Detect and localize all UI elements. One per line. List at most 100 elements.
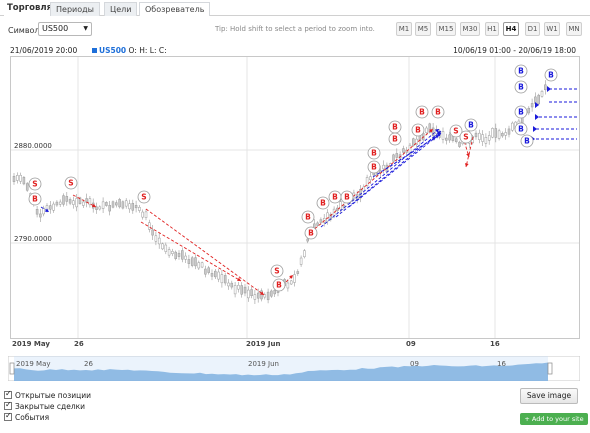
candle-body [52, 203, 55, 211]
sell-trade-line [310, 128, 434, 233]
candle-body [171, 251, 174, 254]
trade-marker-label: B [518, 67, 524, 76]
trade-marker-label: B [344, 193, 350, 202]
candle-body [141, 211, 144, 218]
checkbox-closed-trades[interactable] [4, 400, 12, 410]
candle-body [487, 135, 491, 141]
candle-body [39, 213, 42, 218]
navigator-label: 26 [84, 360, 93, 368]
candle-body [161, 243, 164, 250]
trade-marker: B [520, 134, 534, 148]
trade-marker: B [464, 118, 478, 132]
candle-body [55, 201, 59, 206]
candle-body [484, 137, 488, 144]
timeframe-m5-button[interactable]: M5 [415, 22, 431, 36]
candle-body [273, 289, 276, 295]
trade-marker-label: B [524, 137, 530, 146]
candle-body [220, 274, 224, 284]
trade-marker-label: B [435, 108, 441, 117]
candle-body [230, 282, 234, 288]
trade-marker: B [272, 278, 286, 292]
candle-body [369, 176, 372, 181]
candle-body [382, 164, 385, 170]
candle-body [243, 286, 247, 294]
navigator-label: 2019 Jun [248, 360, 279, 368]
candle-body [49, 205, 52, 210]
symbol-label: Символ [8, 26, 40, 35]
legend-swatch [92, 48, 97, 53]
timeframe-mn-button[interactable]: MN [566, 22, 582, 36]
trade-marker-label: B [308, 229, 314, 238]
candle-body [184, 255, 187, 260]
trade-marker-label: B [305, 213, 311, 222]
candle-body [65, 196, 69, 202]
checkbox-events[interactable] [4, 411, 12, 421]
trade-marker: S [270, 264, 284, 278]
tab-periods[interactable]: Периоды [50, 2, 100, 16]
candle-body [289, 280, 293, 285]
y-tick-label: 2790.0000 [14, 235, 52, 243]
candle-body [210, 273, 214, 277]
tab-explorer[interactable]: Обозреватель [139, 2, 211, 16]
candle-body [293, 274, 296, 283]
timeframe-h1-button[interactable]: H1 [485, 22, 499, 36]
trade-marker: B [514, 80, 528, 94]
trade-marker-label: B [548, 71, 554, 80]
timeframe-m30-button[interactable]: M30 [460, 22, 480, 36]
symbol-select[interactable]: US500 ▼ [38, 22, 92, 36]
tab-goals[interactable]: Цели [104, 2, 138, 16]
candle-body [124, 200, 128, 207]
chevron-down-icon: ▼ [83, 25, 88, 32]
timeframe-w1-button[interactable]: W1 [544, 22, 560, 36]
timeframe-d1-button[interactable]: D1 [525, 22, 540, 36]
candle-body [118, 199, 121, 208]
candle-body [16, 175, 19, 181]
trade-marker: B [411, 123, 425, 137]
x-tick-label: 26 [74, 340, 84, 348]
option-events[interactable]: События [4, 411, 49, 422]
trade-marker-label: B [392, 123, 398, 132]
tab-bar: Торговля Периоды Цели Обозреватель [0, 0, 590, 16]
candle-body [68, 199, 72, 204]
option-open-positions[interactable]: Открытые позиции [4, 389, 91, 400]
timeframe-h4-button[interactable]: H4 [503, 22, 519, 36]
candle-body [35, 208, 39, 215]
candle-body [266, 291, 270, 301]
candle-body [530, 103, 534, 108]
candle-body [306, 238, 309, 242]
trade-marker-label: B [419, 108, 425, 117]
candle-body [22, 177, 26, 185]
candle-body [72, 200, 75, 205]
buy-trade-line [320, 128, 440, 228]
candle-body [25, 183, 29, 191]
candle-body [507, 128, 511, 135]
candle-body [194, 257, 197, 267]
add-to-site-button[interactable]: + Add to your site [520, 413, 588, 425]
candle-body [253, 294, 257, 300]
range-navigator[interactable]: 2019 May 26 2019 Jun 09 16 [7, 355, 581, 382]
price-chart[interactable]: SSBSSBBBBBBBBBBBBBSSBBBBBBB 2880.0000 279… [10, 56, 580, 339]
option-closed-trades[interactable]: Закрытые сделки [4, 400, 85, 411]
legend-symbol: US500 [99, 46, 127, 55]
sell-trade-line [145, 208, 265, 296]
trade-marker-label: B [415, 126, 421, 135]
candle-body [144, 211, 148, 218]
timeframe-m15-button[interactable]: M15 [436, 22, 456, 36]
navigator-canvas[interactable]: 2019 May 26 2019 Jun 09 16 [7, 355, 581, 382]
tab-trading[interactable]: Торговля [4, 2, 56, 16]
trade-marker-label: B [518, 108, 524, 117]
candle-body [425, 127, 428, 133]
trade-marker: B [301, 210, 315, 224]
candle-body [200, 262, 204, 268]
timeframe-m1-button[interactable]: M1 [396, 22, 412, 36]
candle-body [181, 250, 184, 260]
candle-body [227, 282, 230, 287]
candle-body [296, 271, 300, 274]
chart-canvas[interactable]: S SB SSBBBBB BBBBBB BB SSBBBBBBB 2880.0000279… [11, 57, 579, 338]
candle-body [365, 177, 369, 186]
trade-marker: B [340, 190, 354, 204]
checkbox-open-positions[interactable] [4, 389, 12, 399]
candle-body [134, 205, 138, 209]
trade-marker-label: B [32, 195, 38, 204]
save-image-button[interactable]: Save image [520, 388, 578, 404]
